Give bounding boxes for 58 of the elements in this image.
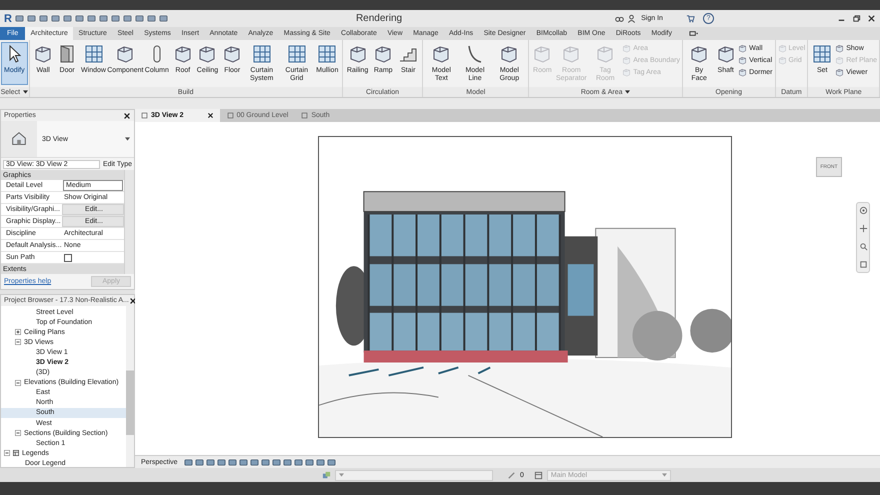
tool-icon xyxy=(778,56,787,65)
tool-icon xyxy=(738,68,748,77)
table-icon xyxy=(13,450,19,456)
caret-icon xyxy=(125,137,130,141)
collapse-icon[interactable] xyxy=(4,450,10,456)
mullion-icon xyxy=(317,44,338,64)
tool-icon xyxy=(622,68,632,77)
tool-icon xyxy=(689,44,710,64)
tool-icon xyxy=(835,68,844,77)
tool-icon xyxy=(595,44,616,64)
steering-wheel-icon[interactable] xyxy=(858,206,868,215)
panel-toggle-icon[interactable] xyxy=(689,29,698,38)
view-icon xyxy=(226,112,234,119)
view-icon xyxy=(301,112,308,119)
cube-icon xyxy=(115,44,136,64)
caret-icon[interactable] xyxy=(625,90,630,94)
tool-icon xyxy=(835,56,844,65)
tool-icon xyxy=(622,56,632,65)
window-title: Rendering xyxy=(356,13,402,24)
window-icon xyxy=(84,44,104,64)
tool-icon xyxy=(716,44,736,64)
close-icon[interactable] xyxy=(206,112,214,119)
view-icon xyxy=(141,112,148,119)
close-icon[interactable] xyxy=(128,296,137,304)
tool-icon xyxy=(778,44,787,53)
user-icon[interactable] xyxy=(627,14,636,23)
caret-icon xyxy=(339,473,344,477)
close-icon[interactable] xyxy=(867,14,876,23)
house-icon xyxy=(10,130,28,148)
caret-icon xyxy=(662,473,667,477)
restore-icon[interactable] xyxy=(852,14,861,23)
worksets-icon[interactable] xyxy=(322,470,331,480)
cart-icon[interactable] xyxy=(686,14,695,23)
scrollbar[interactable] xyxy=(126,306,134,467)
tool-icon xyxy=(835,44,844,53)
collapse-icon[interactable] xyxy=(15,430,21,436)
tool-icon xyxy=(561,44,582,64)
caret-icon[interactable] xyxy=(23,90,28,94)
orbit-icon[interactable] xyxy=(858,260,868,269)
binoculars-icon[interactable] xyxy=(615,14,624,23)
expand-icon[interactable] xyxy=(15,329,21,336)
checkbox[interactable] xyxy=(64,254,72,262)
tool-icon xyxy=(738,44,748,53)
pencil-icon[interactable] xyxy=(507,470,516,480)
design-options-icon[interactable] xyxy=(534,470,543,480)
close-icon[interactable] xyxy=(123,112,131,120)
tool-icon xyxy=(622,44,632,53)
pan-icon[interactable] xyxy=(858,224,868,233)
zoom-icon[interactable] xyxy=(858,242,868,251)
collapse-icon[interactable] xyxy=(15,339,21,346)
scrollbar[interactable] xyxy=(124,170,134,274)
curtain-grid-icon xyxy=(252,44,272,64)
tool-icon xyxy=(532,44,552,64)
grid-icon xyxy=(286,44,307,64)
app-logo[interactable]: R xyxy=(4,12,12,24)
grid-icon xyxy=(812,44,832,64)
collapse-icon[interactable] xyxy=(15,380,21,386)
tool-icon xyxy=(738,56,748,65)
